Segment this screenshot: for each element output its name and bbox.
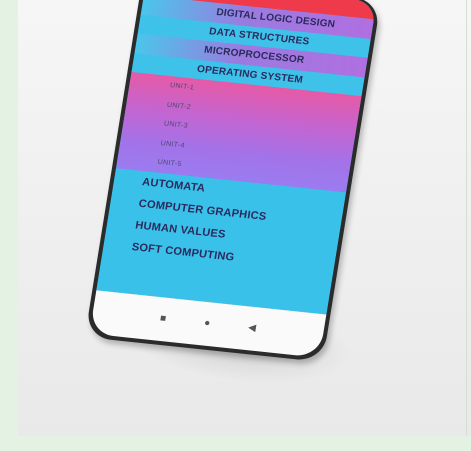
- course-label: AUTOMATA: [141, 175, 206, 195]
- unit-label: UNIT-4: [160, 139, 186, 150]
- back-triangle-icon[interactable]: ◀: [247, 322, 256, 334]
- unit-label: UNIT-1: [169, 82, 195, 92]
- recents-square-icon[interactable]: ■: [159, 313, 167, 324]
- bottom-border: [0, 436, 471, 451]
- unit-label: UNIT-5: [157, 159, 183, 169]
- home-circle-icon[interactable]: ●: [203, 318, 211, 329]
- right-divider: [466, 0, 467, 436]
- unit-label: UNIT-2: [166, 101, 192, 111]
- left-border: [0, 0, 18, 451]
- course-menu: DIGITAL LOGIC DESIGN DATA STRUCTURES MIC…: [96, 0, 374, 315]
- screenshot-stage: DIGITAL LOGIC DESIGN DATA STRUCTURES MIC…: [0, 0, 471, 451]
- unit-label: UNIT-3: [163, 120, 189, 131]
- course-list-lower: AUTOMATA COMPUTER GRAPHICS HUMAN VALUES …: [96, 167, 347, 315]
